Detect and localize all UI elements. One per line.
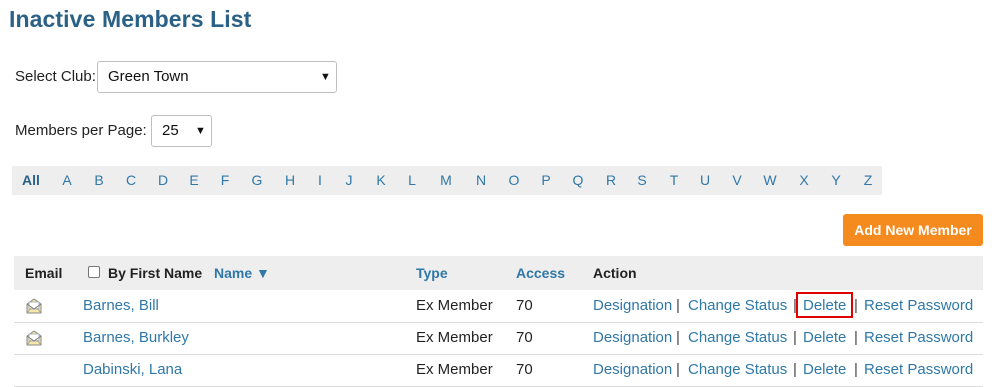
action-separator: | xyxy=(676,361,680,378)
member-access: 70 xyxy=(516,361,533,378)
alpha-filter-o[interactable]: O xyxy=(509,166,520,195)
per-page-select[interactable]: 25 ▼ xyxy=(151,115,212,147)
alpha-filter-p[interactable]: P xyxy=(541,166,550,195)
alpha-filter-d[interactable]: D xyxy=(158,166,168,195)
alpha-filter-m[interactable]: M xyxy=(440,166,452,195)
alpha-filter-s[interactable]: S xyxy=(637,166,646,195)
alpha-filter-t[interactable]: T xyxy=(670,166,679,195)
reset-password-link[interactable]: Reset Password xyxy=(864,290,973,322)
action-separator: | xyxy=(854,329,858,346)
action-column-header: Action xyxy=(593,265,637,281)
member-name-link[interactable]: Dabinski, Lana xyxy=(83,354,182,386)
per-page-select-value: 25 xyxy=(162,122,179,139)
members-per-page-label: Members per Page: xyxy=(15,122,147,139)
envelope-icon[interactable] xyxy=(26,298,42,314)
alpha-filter-n[interactable]: N xyxy=(476,166,486,195)
delete-link[interactable]: Delete xyxy=(803,354,846,386)
delete-link[interactable]: Delete xyxy=(803,290,846,322)
action-separator: | xyxy=(676,297,680,314)
alpha-filter-c[interactable]: C xyxy=(126,166,136,195)
alpha-filter-all[interactable]: All xyxy=(22,166,40,195)
alpha-filter-g[interactable]: G xyxy=(252,166,263,195)
page-title: Inactive Members List xyxy=(9,6,252,32)
alpha-filter-k[interactable]: K xyxy=(376,166,385,195)
member-access: 70 xyxy=(516,329,533,346)
member-type: Ex Member xyxy=(416,297,493,314)
club-select[interactable]: Green Town ▼ xyxy=(97,61,337,93)
alpha-filter-h[interactable]: H xyxy=(285,166,295,195)
change-status-link[interactable]: Change Status xyxy=(688,290,787,322)
designation-link[interactable]: Designation xyxy=(593,322,672,354)
action-separator: | xyxy=(793,361,797,378)
type-column-header[interactable]: Type xyxy=(416,256,448,290)
alpha-filter-z[interactable]: Z xyxy=(864,166,873,195)
chevron-down-icon: ▼ xyxy=(320,71,331,83)
table-header: Email By First Name Name ▼ Type Access A… xyxy=(14,256,983,290)
by-first-name-label: By First Name xyxy=(108,265,203,281)
change-status-link[interactable]: Change Status xyxy=(688,322,787,354)
access-column-header[interactable]: Access xyxy=(516,256,565,290)
table-row: Barnes, Bill Ex Member 70 Designation | … xyxy=(14,290,983,323)
alpha-filter-l[interactable]: L xyxy=(408,166,416,195)
alpha-filter-y[interactable]: Y xyxy=(831,166,840,195)
alpha-filter-a[interactable]: A xyxy=(62,166,71,195)
alpha-filter-j[interactable]: J xyxy=(346,166,353,195)
change-status-link[interactable]: Change Status xyxy=(688,354,787,386)
reset-password-link[interactable]: Reset Password xyxy=(864,322,973,354)
member-type: Ex Member xyxy=(416,329,493,346)
alpha-filter-w[interactable]: W xyxy=(763,166,776,195)
action-separator: | xyxy=(854,361,858,378)
alpha-filter-i[interactable]: I xyxy=(318,166,322,195)
alpha-filter-q[interactable]: Q xyxy=(573,166,584,195)
delete-link[interactable]: Delete xyxy=(803,322,846,354)
chevron-down-icon[interactable]: ▼ xyxy=(195,116,206,146)
alpha-filter-r[interactable]: R xyxy=(606,166,616,195)
email-column-header: Email xyxy=(25,265,63,281)
alpha-filter-e[interactable]: E xyxy=(189,166,198,195)
name-column-header[interactable]: Name ▼ xyxy=(214,256,270,290)
alpha-filter-v[interactable]: V xyxy=(732,166,741,195)
reset-password-link[interactable]: Reset Password xyxy=(864,354,973,386)
table-row: Barnes, Burkley Ex Member 70 Designation… xyxy=(14,322,983,355)
action-separator: | xyxy=(854,297,858,314)
by-first-name-checkbox[interactable] xyxy=(88,266,100,278)
member-name-link[interactable]: Barnes, Burkley xyxy=(83,322,189,354)
action-separator: | xyxy=(676,329,680,346)
alphabet-filter-bar: All A B C D E F G H I J K L M N O P Q R … xyxy=(12,166,882,195)
member-name-link[interactable]: Barnes, Bill xyxy=(83,290,159,322)
member-type: Ex Member xyxy=(416,361,493,378)
alpha-filter-u[interactable]: U xyxy=(700,166,710,195)
member-access: 70 xyxy=(516,297,533,314)
table-row: Dabinski, Lana Ex Member 70 Designation … xyxy=(14,354,983,387)
select-club-label: Select Club: xyxy=(15,68,96,85)
envelope-icon[interactable] xyxy=(26,330,42,346)
action-separator: | xyxy=(793,329,797,346)
alpha-filter-b[interactable]: B xyxy=(94,166,103,195)
alpha-filter-x[interactable]: X xyxy=(799,166,808,195)
add-new-member-button[interactable]: Add New Member xyxy=(843,214,983,246)
designation-link[interactable]: Designation xyxy=(593,290,672,322)
alpha-filter-f[interactable]: F xyxy=(221,166,230,195)
designation-link[interactable]: Designation xyxy=(593,354,672,386)
club-select-value: Green Town xyxy=(108,68,189,85)
